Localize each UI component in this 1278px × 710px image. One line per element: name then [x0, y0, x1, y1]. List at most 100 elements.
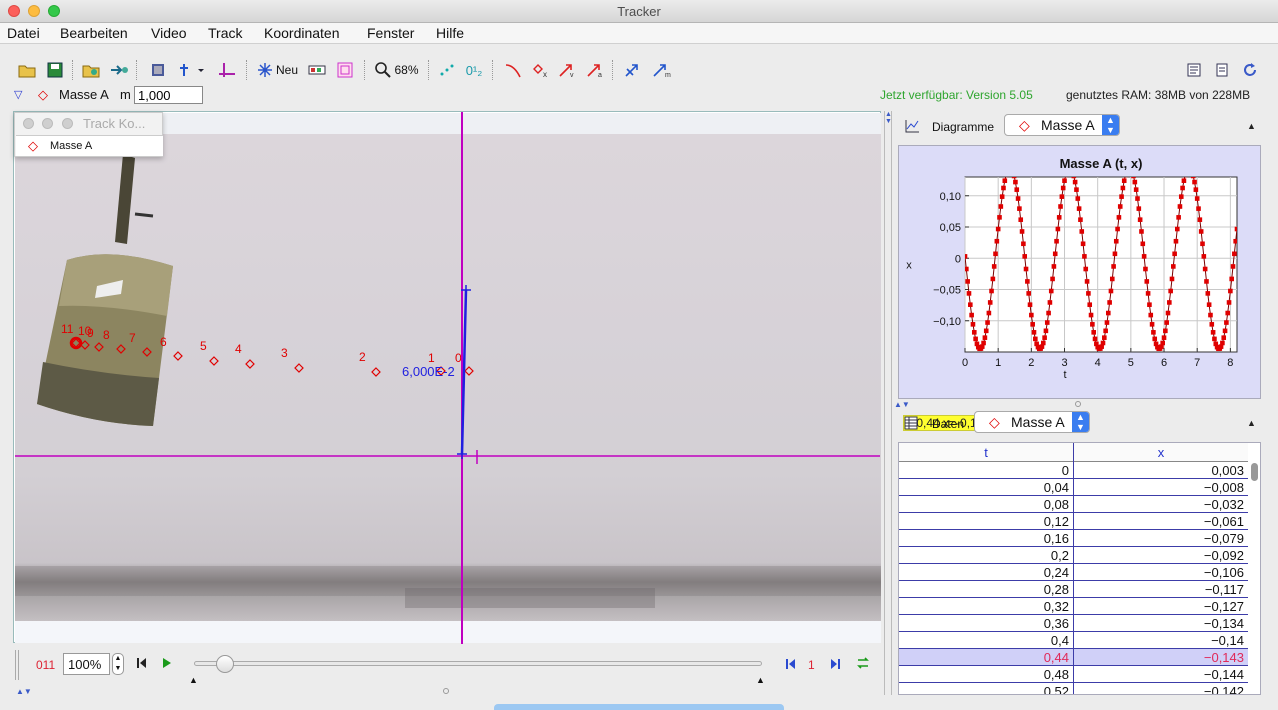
data-point[interactable]	[1119, 194, 1124, 199]
data-point[interactable]	[1079, 229, 1085, 234]
mass-field[interactable]	[134, 86, 203, 104]
data-point[interactable]	[1197, 217, 1203, 222]
data-point[interactable]	[1132, 179, 1138, 185]
menu-hilfe[interactable]: Hilfe	[436, 25, 464, 41]
data-point[interactable]	[1104, 320, 1110, 325]
data-point[interactable]	[1178, 194, 1184, 199]
data-point[interactable]	[1174, 226, 1180, 232]
acceleration-icon[interactable]: a	[584, 60, 606, 80]
data-point[interactable]	[1139, 229, 1144, 234]
data-point[interactable]	[1091, 330, 1097, 335]
data-point[interactable]	[1046, 310, 1051, 316]
vertical-splitter[interactable]: ▲ ▼	[884, 111, 892, 695]
data-point[interactable]	[1225, 310, 1231, 316]
data-point[interactable]	[1141, 254, 1147, 259]
velocity-icon[interactable]: v	[556, 60, 578, 80]
data-point[interactable]	[1137, 217, 1143, 222]
data-point[interactable]	[1005, 168, 1010, 173]
track-control-item[interactable]: ◇ Masse A	[16, 135, 163, 156]
track-point-marker[interactable]	[142, 347, 152, 357]
data-point[interactable]	[1001, 185, 1006, 191]
plot-view-icon[interactable]	[904, 119, 920, 133]
data-point[interactable]	[1184, 168, 1189, 173]
track-point-marker[interactable]	[94, 342, 104, 352]
path-icon[interactable]	[502, 60, 524, 80]
data-point[interactable]	[1033, 336, 1038, 342]
data-point[interactable]	[1190, 169, 1195, 174]
refresh-icon[interactable]	[1240, 60, 1260, 80]
data-point[interactable]	[1042, 335, 1047, 340]
save-icon[interactable]	[44, 60, 66, 80]
table-view-icon[interactable]	[904, 416, 918, 430]
menu-fenster[interactable]: Fenster	[367, 25, 414, 41]
clip-settings-icon[interactable]	[148, 60, 168, 80]
track-point-marker[interactable]	[173, 351, 183, 361]
data-point[interactable]	[1030, 322, 1035, 327]
video-frame[interactable]: 0 1 2 3 4 5 6 7 8 9 10 11	[15, 134, 881, 621]
data-point[interactable]	[1152, 336, 1158, 342]
data-point[interactable]	[991, 264, 997, 269]
loop-icon[interactable]	[856, 656, 870, 673]
data-point[interactable]	[1144, 279, 1150, 284]
data-point[interactable]	[1149, 322, 1155, 327]
data-point[interactable]	[1014, 187, 1020, 192]
data-point[interactable]	[1193, 187, 1199, 192]
data-point[interactable]	[986, 310, 992, 316]
data-point[interactable]	[1109, 276, 1115, 282]
data-point[interactable]	[1181, 178, 1187, 184]
end-marker-icon[interactable]: ▲	[756, 675, 765, 685]
data-point[interactable]	[970, 322, 976, 327]
data-point[interactable]	[1050, 276, 1055, 282]
frame-slider[interactable]	[194, 661, 762, 666]
rate-stepper[interactable]: ▲ ▼	[112, 653, 124, 675]
data-point[interactable]	[1043, 328, 1049, 334]
skip-to-start-icon[interactable]	[137, 657, 147, 672]
zoom-button[interactable]: 68%	[372, 60, 422, 80]
data-point[interactable]	[1164, 320, 1169, 325]
data-point[interactable]	[1222, 328, 1228, 334]
data-point[interactable]	[973, 336, 978, 342]
data-point[interactable]	[1102, 335, 1107, 340]
data-point[interactable]	[1021, 241, 1026, 247]
step-forward-icon[interactable]	[829, 658, 841, 673]
menu-video[interactable]: Video	[151, 25, 187, 41]
data-point[interactable]	[1121, 178, 1127, 184]
filter-icon[interactable]	[334, 60, 356, 80]
new-track-button[interactable]: Neu	[256, 60, 300, 80]
plot-split-handle[interactable]	[1075, 401, 1081, 407]
data-point[interactable]	[1120, 185, 1126, 191]
data-point[interactable]	[966, 291, 972, 296]
data-point[interactable]	[1208, 312, 1213, 318]
axes-icon[interactable]	[216, 60, 238, 80]
data-point[interactable]	[1224, 320, 1229, 325]
notes-icon[interactable]	[1184, 60, 1204, 80]
data-point[interactable]	[990, 276, 996, 282]
data-point[interactable]	[1169, 276, 1175, 282]
data-point[interactable]	[1186, 166, 1191, 171]
track-control-minimize[interactable]	[42, 118, 53, 129]
data-point[interactable]	[1230, 264, 1236, 269]
table-track-select[interactable]: ◇ Masse A ▲ ▼	[974, 411, 1090, 433]
data-point[interactable]	[1172, 251, 1177, 257]
data-point[interactable]	[1192, 179, 1197, 185]
data-point[interactable]	[998, 204, 1004, 209]
table-collapse-icon[interactable]: ▲	[1247, 418, 1256, 428]
start-marker-icon[interactable]: ▲	[189, 675, 198, 685]
data-point[interactable]	[1100, 340, 1106, 346]
menu-datei[interactable]: Datei	[7, 25, 40, 41]
update-available-link[interactable]: Jetzt verfügbar: Version 5.05	[880, 88, 1033, 102]
data-point[interactable]	[1056, 215, 1062, 220]
plot-collapse-icon[interactable]: ▲	[1247, 121, 1256, 131]
open-video-icon[interactable]	[80, 60, 102, 80]
data-point[interactable]	[1190, 174, 1196, 179]
data-point[interactable]	[1108, 288, 1114, 294]
data-point[interactable]	[1084, 279, 1090, 284]
data-point[interactable]	[965, 279, 970, 284]
split-handle-icon[interactable]	[443, 688, 449, 694]
data-point[interactable]	[1206, 302, 1212, 307]
data-point[interactable]	[1054, 238, 1059, 244]
data-point[interactable]	[1145, 291, 1151, 296]
data-point[interactable]	[1052, 251, 1058, 257]
data-point[interactable]	[1103, 328, 1108, 334]
data-point[interactable]	[1177, 204, 1183, 209]
